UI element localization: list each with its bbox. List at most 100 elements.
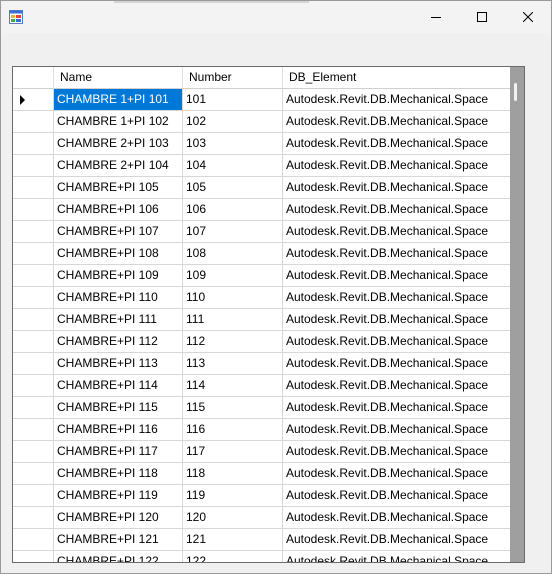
cell-db-element[interactable]: Autodesk.Revit.DB.Mechanical.Space: [283, 375, 510, 397]
row-header[interactable]: [13, 265, 54, 287]
cell-name[interactable]: CHAMBRE+PI 114: [54, 375, 183, 397]
row-header[interactable]: [13, 177, 54, 199]
cell-name[interactable]: CHAMBRE+PI 121: [54, 529, 183, 551]
cell-db-element[interactable]: Autodesk.Revit.DB.Mechanical.Space: [283, 463, 510, 485]
table-row[interactable]: CHAMBRE+PI 108 108 Autodesk.Revit.DB.Mecha…: [13, 243, 510, 265]
cell-name[interactable]: CHAMBRE 1+PI 101: [54, 89, 183, 111]
cell-number[interactable]: 113: [183, 353, 283, 375]
cell-db-element[interactable]: Autodesk.Revit.DB.Mechanical.Space: [283, 507, 510, 529]
row-header[interactable]: [13, 309, 54, 331]
table-row[interactable]: CHAMBRE+PI 107 107 Autodesk.Revit.DB.Mecha…: [13, 221, 510, 243]
table-row[interactable]: CHAMBRE+PI 115 115 Autodesk.Revit.DB.Mecha…: [13, 397, 510, 419]
cell-db-element[interactable]: Autodesk.Revit.DB.Mechanical.Space: [283, 397, 510, 419]
cell-db-element[interactable]: Autodesk.Revit.DB.Mechanical.Space: [283, 353, 510, 375]
cell-db-element[interactable]: Autodesk.Revit.DB.Mechanical.Space: [283, 111, 510, 133]
cell-name[interactable]: CHAMBRE+PI 117: [54, 441, 183, 463]
row-header[interactable]: [13, 199, 54, 221]
cell-name[interactable]: CHAMBRE+PI 107: [54, 221, 183, 243]
row-header[interactable]: [13, 243, 54, 265]
cell-name[interactable]: CHAMBRE+PI 119: [54, 485, 183, 507]
cell-db-element[interactable]: Autodesk.Revit.DB.Mechanical.Space: [283, 89, 510, 111]
cell-db-element[interactable]: Autodesk.Revit.DB.Mechanical.Space: [283, 331, 510, 353]
cell-db-element[interactable]: Autodesk.Revit.DB.Mechanical.Space: [283, 441, 510, 463]
vertical-scrollbar[interactable]: [510, 67, 524, 562]
minimize-button[interactable]: [413, 1, 459, 33]
cell-number[interactable]: 120: [183, 507, 283, 529]
row-header[interactable]: [13, 221, 54, 243]
cell-db-element[interactable]: Autodesk.Revit.DB.Mechanical.Space: [283, 309, 510, 331]
cell-name[interactable]: CHAMBRE+PI 120: [54, 507, 183, 529]
cell-db-element[interactable]: Autodesk.Revit.DB.Mechanical.Space: [283, 155, 510, 177]
table-row[interactable]: CHAMBRE 2+PI 103 103 Autodesk.Revit.DB.Mec…: [13, 133, 510, 155]
title-bar[interactable]: [1, 1, 551, 33]
cell-name[interactable]: CHAMBRE+PI 118: [54, 463, 183, 485]
row-header[interactable]: [13, 133, 54, 155]
cell-number[interactable]: 119: [183, 485, 283, 507]
cell-number[interactable]: 108: [183, 243, 283, 265]
cell-number[interactable]: 102: [183, 111, 283, 133]
cell-name[interactable]: CHAMBRE+PI 113: [54, 353, 183, 375]
cell-name[interactable]: CHAMBRE+PI 108: [54, 243, 183, 265]
cell-db-element[interactable]: Autodesk.Revit.DB.Mechanical.Space: [283, 265, 510, 287]
cell-name[interactable]: CHAMBRE+PI 115: [54, 397, 183, 419]
cell-number[interactable]: 107: [183, 221, 283, 243]
data-grid[interactable]: Name Number DB_Element CHAMBRE 1+PI 101 1…: [12, 66, 525, 563]
cell-number[interactable]: 104: [183, 155, 283, 177]
row-header[interactable]: [13, 89, 54, 111]
table-row[interactable]: CHAMBRE+PI 121 121 Autodesk.Revit.DB.Mecha…: [13, 529, 510, 551]
cell-db-element[interactable]: Autodesk.Revit.DB.Mechanical.Space: [283, 221, 510, 243]
table-row[interactable]: CHAMBRE 1+PI 101 101 Autodesk.Revit.DB.Mec…: [13, 89, 510, 111]
cell-name[interactable]: CHAMBRE+PI 105: [54, 177, 183, 199]
table-row[interactable]: CHAMBRE+PI 110 110 Autodesk.Revit.DB.Mecha…: [13, 287, 510, 309]
row-header[interactable]: [13, 551, 54, 562]
row-header[interactable]: [13, 419, 54, 441]
close-button[interactable]: [505, 1, 551, 33]
cell-name[interactable]: CHAMBRE+PI 106: [54, 199, 183, 221]
cell-name[interactable]: CHAMBRE+PI 112: [54, 331, 183, 353]
cell-number[interactable]: 114: [183, 375, 283, 397]
table-row[interactable]: CHAMBRE+PI 109 109 Autodesk.Revit.DB.Mecha…: [13, 265, 510, 287]
cell-name[interactable]: CHAMBRE+PI 122: [54, 551, 183, 562]
cell-name[interactable]: CHAMBRE 2+PI 104: [54, 155, 183, 177]
cell-number[interactable]: 118: [183, 463, 283, 485]
table-row[interactable]: CHAMBRE+PI 114 114 Autodesk.Revit.DB.Mecha…: [13, 375, 510, 397]
cell-number[interactable]: 121: [183, 529, 283, 551]
table-row[interactable]: CHAMBRE+PI 118 118 Autodesk.Revit.DB.Mecha…: [13, 463, 510, 485]
row-header[interactable]: [13, 485, 54, 507]
cell-name[interactable]: CHAMBRE+PI 109: [54, 265, 183, 287]
row-header[interactable]: [13, 331, 54, 353]
cell-name[interactable]: CHAMBRE 2+PI 103: [54, 133, 183, 155]
cell-number[interactable]: 122: [183, 551, 283, 562]
table-row[interactable]: CHAMBRE+PI 119 119 Autodesk.Revit.DB.Mecha…: [13, 485, 510, 507]
row-header[interactable]: [13, 287, 54, 309]
column-header-name[interactable]: Name: [54, 67, 183, 88]
cell-db-element[interactable]: Autodesk.Revit.DB.Mechanical.Space: [283, 133, 510, 155]
cell-name[interactable]: CHAMBRE+PI 116: [54, 419, 183, 441]
table-row[interactable]: CHAMBRE 2+PI 104 104 Autodesk.Revit.DB.Mec…: [13, 155, 510, 177]
row-header-corner[interactable]: [13, 67, 54, 88]
cell-number[interactable]: 110: [183, 287, 283, 309]
row-header[interactable]: [13, 529, 54, 551]
cell-number[interactable]: 109: [183, 265, 283, 287]
row-header[interactable]: [13, 155, 54, 177]
table-row[interactable]: CHAMBRE 1+PI 102 102 Autodesk.Revit.DB.Mec…: [13, 111, 510, 133]
scrollbar-thumb[interactable]: [514, 83, 517, 101]
table-row[interactable]: CHAMBRE+PI 111 111 Autodesk.Revit.DB.Mecha…: [13, 309, 510, 331]
cell-number[interactable]: 111: [183, 309, 283, 331]
cell-name[interactable]: CHAMBRE+PI 111: [54, 309, 183, 331]
cell-db-element[interactable]: Autodesk.Revit.DB.Mechanical.Space: [283, 243, 510, 265]
cell-db-element[interactable]: Autodesk.Revit.DB.Mechanical.Space: [283, 485, 510, 507]
cell-number[interactable]: 103: [183, 133, 283, 155]
cell-number[interactable]: 117: [183, 441, 283, 463]
table-row[interactable]: CHAMBRE+PI 113 113 Autodesk.Revit.DB.Mecha…: [13, 353, 510, 375]
column-header-number[interactable]: Number: [183, 67, 283, 88]
column-header-db-element[interactable]: DB_Element: [283, 67, 510, 88]
table-row[interactable]: CHAMBRE+PI 116 116 Autodesk.Revit.DB.Mecha…: [13, 419, 510, 441]
cell-db-element[interactable]: Autodesk.Revit.DB.Mechanical.Space: [283, 419, 510, 441]
cell-db-element[interactable]: Autodesk.Revit.DB.Mechanical.Space: [283, 551, 510, 562]
row-header[interactable]: [13, 441, 54, 463]
cell-number[interactable]: 106: [183, 199, 283, 221]
cell-number[interactable]: 116: [183, 419, 283, 441]
table-row[interactable]: CHAMBRE+PI 112 112 Autodesk.Revit.DB.Mecha…: [13, 331, 510, 353]
cell-db-element[interactable]: Autodesk.Revit.DB.Mechanical.Space: [283, 287, 510, 309]
